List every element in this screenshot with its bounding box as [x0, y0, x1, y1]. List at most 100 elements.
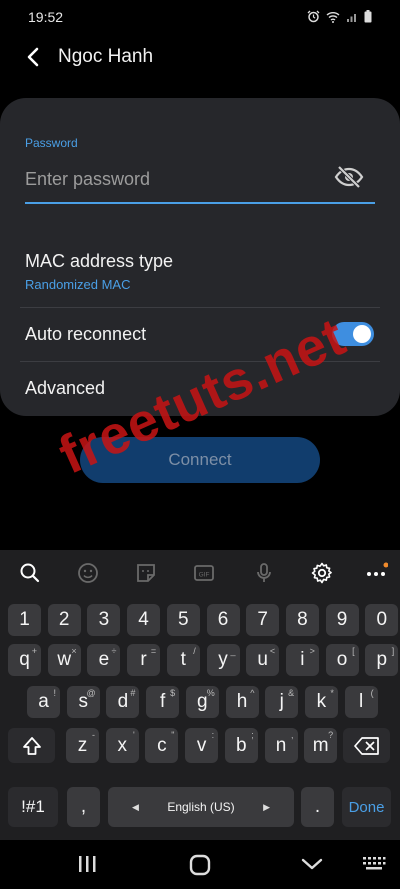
key-y[interactable]: y _ [206, 644, 240, 676]
key-o[interactable]: o[ [325, 644, 359, 676]
key-label: , [80, 796, 87, 817]
keyboard-toolbar: GIF [0, 550, 400, 596]
eye-off-icon [334, 165, 364, 189]
page-title: Ngoc Hanh [58, 46, 154, 67]
key-label: l [358, 691, 364, 712]
key-secondary-label: ; [251, 730, 254, 740]
language-next-icon: ▶ [263, 801, 270, 812]
symbols-key[interactable]: !#1 [8, 787, 58, 827]
hide-keyboard-button[interactable] [300, 854, 324, 879]
key-9[interactable]: 9 [325, 604, 359, 636]
connect-button[interactable]: Connect [80, 437, 320, 483]
key-7[interactable]: 7 [246, 604, 280, 636]
backspace-key[interactable] [343, 728, 390, 763]
key-1[interactable]: 1 [8, 604, 41, 636]
key-h[interactable]: h ^ [225, 686, 259, 718]
key-label: Done [348, 798, 385, 816]
alarm-icon [307, 10, 320, 23]
key-2[interactable]: 2 [47, 604, 81, 636]
key-c[interactable]: c " [145, 728, 179, 763]
backspace-icon [353, 736, 379, 755]
key-r[interactable]: r = [127, 644, 161, 676]
toggle-password-visibility[interactable] [333, 165, 365, 189]
recent-apps-button[interactable] [76, 854, 98, 879]
key-b[interactable]: b; [224, 728, 258, 763]
key-w[interactable]: w × [47, 644, 81, 676]
key-m[interactable]: m? [304, 728, 338, 763]
battery-icon [364, 10, 372, 23]
key-label: 2 [58, 609, 70, 630]
key-secondary-label: [ [352, 646, 355, 656]
key-secondary-label: ] [391, 646, 395, 656]
password-input[interactable] [25, 165, 325, 193]
key-i[interactable]: i > [285, 644, 319, 676]
shift-key[interactable] [8, 728, 55, 763]
key-4[interactable]: 4 [127, 604, 161, 636]
key-z[interactable]: z- [66, 728, 99, 763]
key-n[interactable]: n, [264, 728, 298, 763]
key-label: p [376, 649, 388, 670]
key-secondary-label: " [171, 730, 175, 740]
key-secondary-label: * [330, 688, 334, 698]
key-secondary-label: @ [86, 688, 96, 698]
key-label: e [98, 649, 110, 670]
password-underline [25, 202, 375, 204]
auto-reconnect-toggle[interactable] [332, 322, 374, 346]
key-f[interactable]: f $ [146, 686, 180, 718]
key-q[interactable]: q + [8, 644, 41, 676]
emoji-icon[interactable] [76, 561, 100, 585]
space-key[interactable]: ◀ English (US) ▶ [108, 787, 294, 827]
key-e[interactable]: e ÷ [87, 644, 121, 676]
key-secondary-label: ÷ [111, 646, 117, 656]
toggle-knob [353, 325, 371, 343]
more-icon[interactable] [364, 561, 389, 585]
key-label: c [157, 734, 167, 756]
auto-reconnect-label: Auto reconnect [25, 324, 147, 344]
settings-icon[interactable] [310, 561, 334, 585]
key-p[interactable]: p] [365, 644, 399, 676]
search-icon[interactable] [18, 561, 42, 585]
key-u[interactable]: u < [246, 644, 280, 676]
done-key[interactable]: Done [342, 787, 391, 827]
key-s[interactable]: s @ [66, 686, 100, 718]
key-k[interactable]: k * [304, 686, 338, 718]
shift-icon [22, 736, 41, 755]
comma-key[interactable]: , [67, 787, 100, 827]
key-label: z [77, 734, 88, 756]
wifi-icon [326, 11, 340, 23]
mic-icon[interactable] [252, 561, 276, 585]
key-v[interactable]: v: [185, 728, 219, 763]
key-label: !#1 [21, 797, 45, 816]
advanced-option[interactable]: Advanced [25, 378, 105, 399]
key-6[interactable]: 6 [206, 604, 240, 636]
sticker-icon[interactable] [134, 561, 158, 585]
key-a[interactable]: a! [27, 686, 60, 718]
key-label: 8 [297, 609, 308, 630]
mac-address-type-label[interactable]: MAC address type [25, 251, 173, 272]
key-0[interactable]: 0 [365, 604, 399, 636]
key-label: v [196, 734, 207, 756]
key-d[interactable]: d # [106, 686, 140, 718]
key-secondary-label: & [288, 688, 295, 698]
key-secondary-label: % [206, 688, 215, 698]
recents-icon [79, 856, 96, 872]
period-key[interactable]: . [301, 787, 334, 827]
navigation-bar [0, 840, 400, 889]
key-l[interactable]: l( [344, 686, 378, 718]
key-j[interactable]: j & [265, 686, 299, 718]
back-button[interactable] [22, 45, 46, 69]
key-label: h [236, 691, 248, 712]
home-button[interactable] [189, 854, 211, 881]
key-t[interactable]: t / [166, 644, 200, 676]
key-secondary-label: $ [170, 688, 176, 698]
key-5[interactable]: 5 [166, 604, 200, 636]
key-label: 4 [138, 609, 149, 630]
key-secondary-label: + [31, 646, 37, 656]
key-3[interactable]: 3 [87, 604, 121, 636]
gif-icon[interactable]: GIF [192, 561, 216, 585]
key-8[interactable]: 8 [285, 604, 319, 636]
key-x[interactable]: x ' [105, 728, 139, 763]
key-label: y [218, 649, 228, 670]
keyboard-switch-button[interactable] [362, 856, 386, 879]
key-g[interactable]: g% [185, 686, 219, 718]
